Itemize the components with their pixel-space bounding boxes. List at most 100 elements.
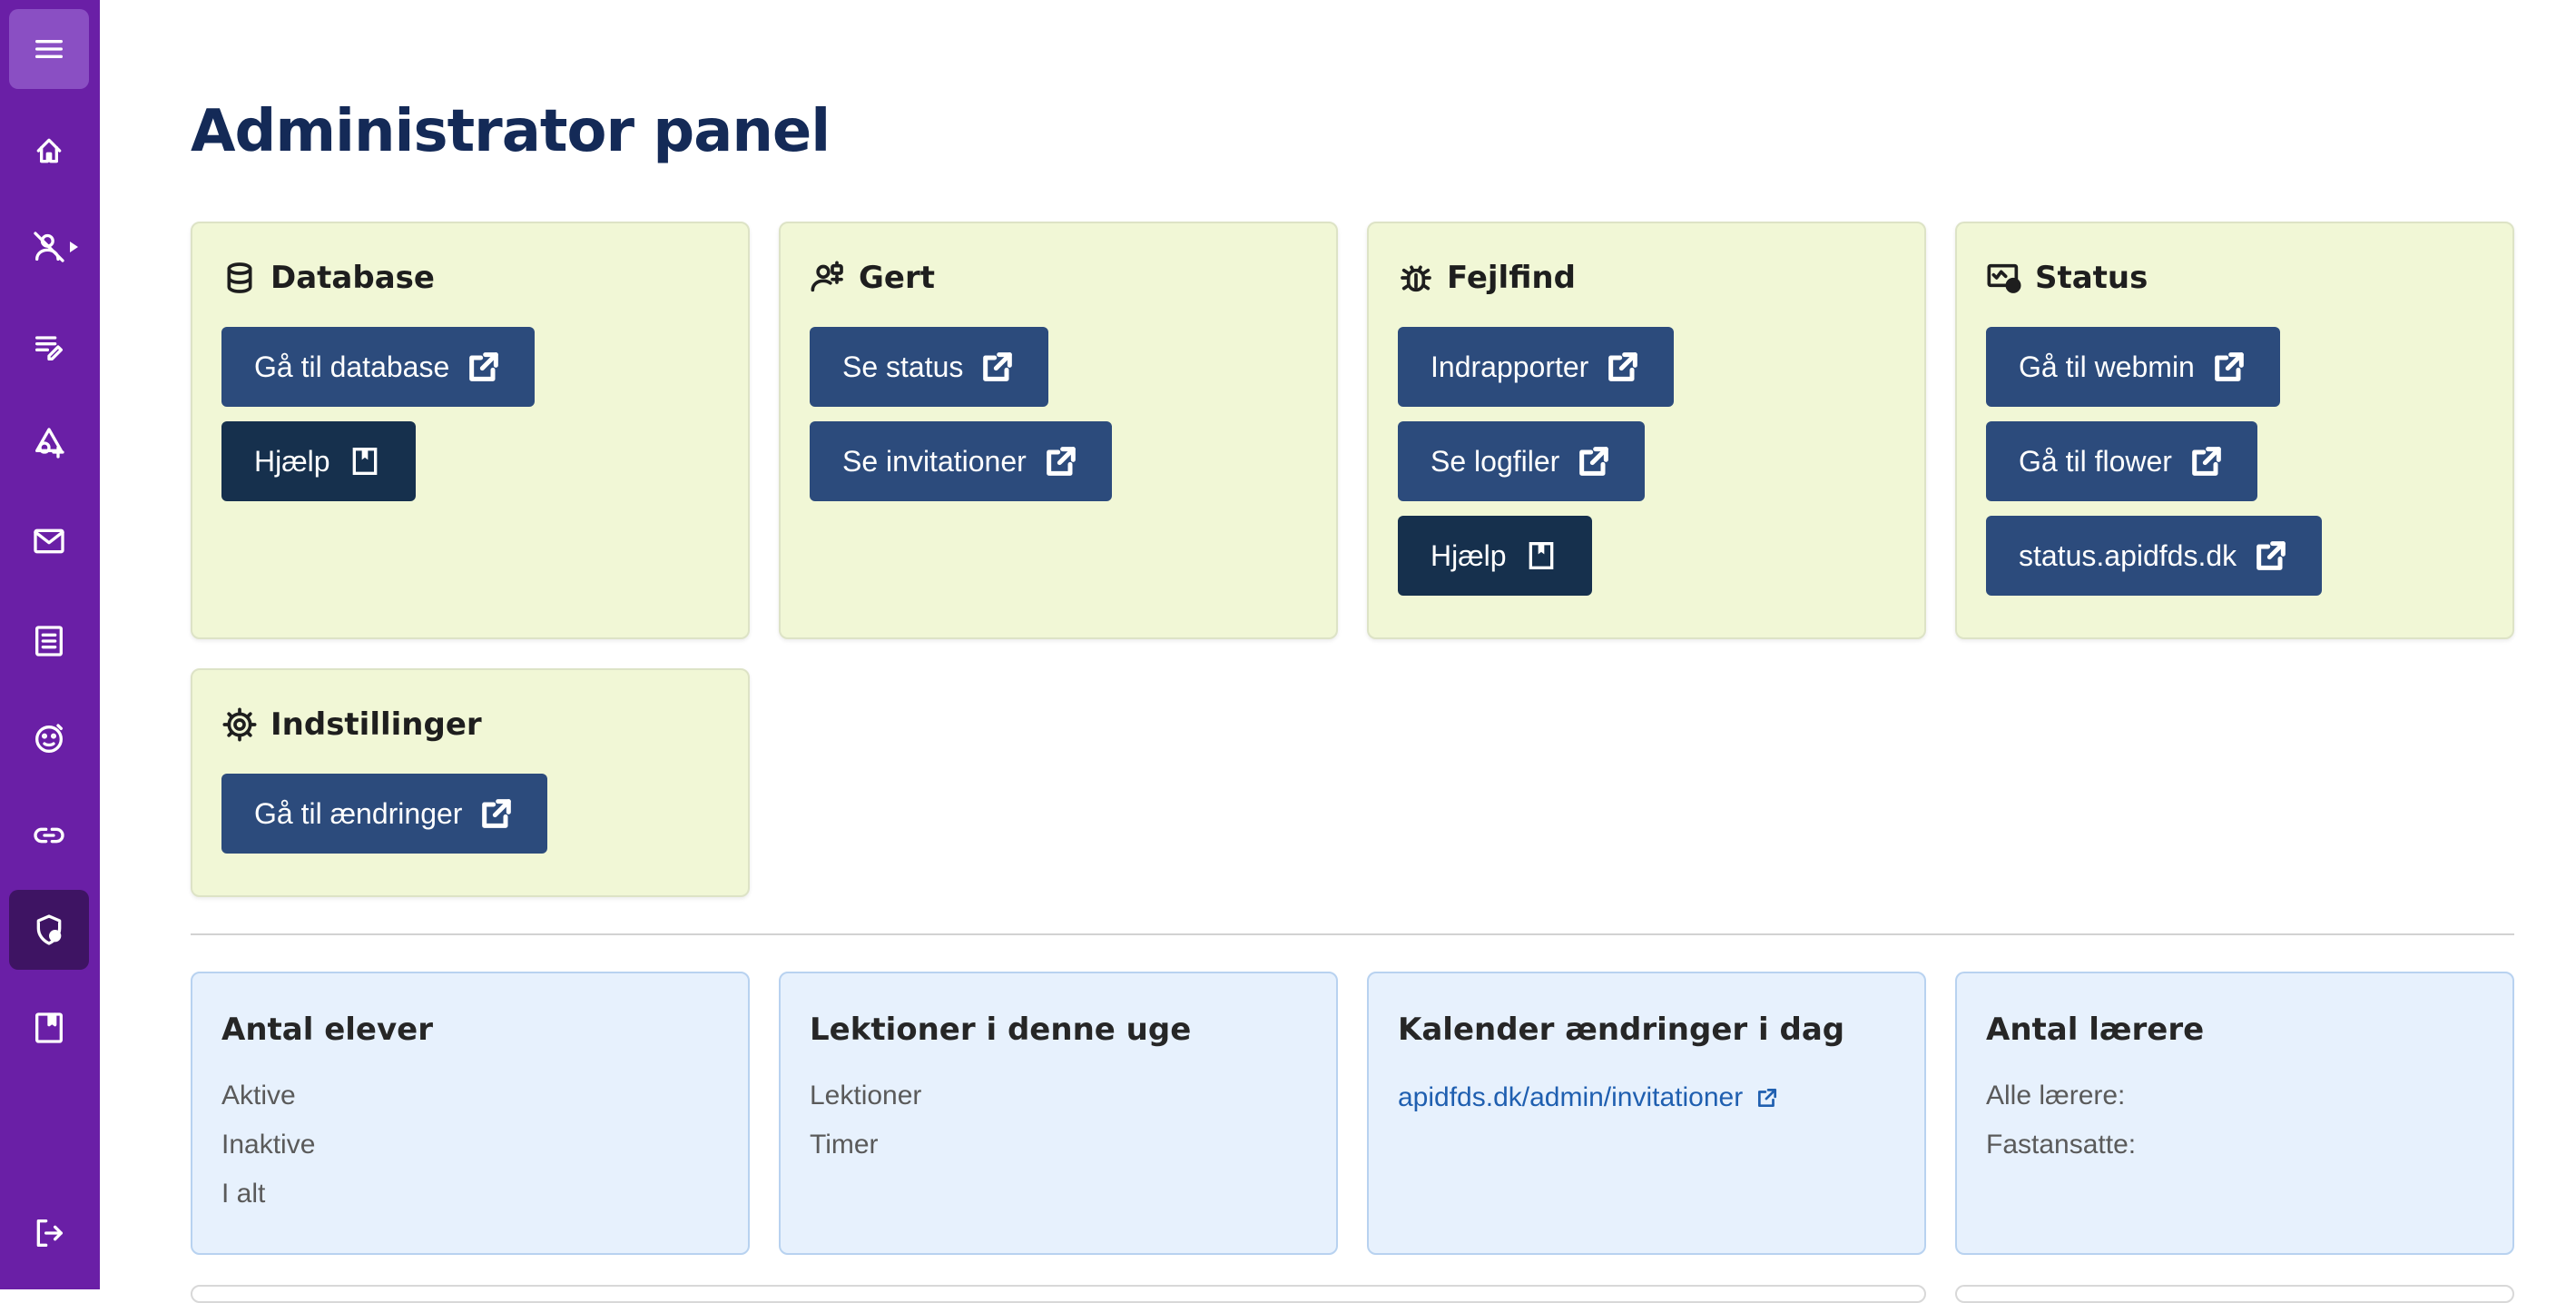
button-label: Se logfiler [1431, 444, 1560, 478]
card-title: Lektioner i denne uge [810, 1012, 1192, 1048]
button-label: Se status [842, 350, 964, 383]
indstillinger-card: Indstillinger Gå til ændringer [191, 668, 750, 897]
bug-icon [1401, 265, 1431, 292]
gear-icon [222, 707, 257, 742]
gert-status-button[interactable]: Se status [810, 327, 1049, 407]
report-button[interactable]: Indrapporter [1398, 327, 1675, 407]
sidebar-item-logout[interactable] [9, 1193, 89, 1273]
stat-label-active: Aktive [221, 1081, 296, 1111]
sidebar-item-admin[interactable] [9, 890, 89, 970]
button-label: Gå til ændringer [254, 796, 463, 830]
book-icon [35, 1012, 63, 1043]
button-label: Indrapporter [1431, 350, 1589, 383]
gert-card: Gert Se status Se invitationer [779, 222, 1338, 639]
sidebar-item-notes[interactable] [9, 307, 89, 387]
list-details-icon [35, 626, 63, 656]
card-header: Gert [810, 260, 935, 296]
sidebar-item-home[interactable] [9, 111, 89, 191]
status-page-button[interactable]: status.apidfds.dk [1986, 516, 2323, 596]
stat-label-all-teachers: Alle lærere: [1986, 1081, 2126, 1111]
sidebar-item-shapes[interactable] [9, 403, 89, 483]
database-card: Database Gå til database Hjælp [191, 222, 750, 639]
logfiles-button[interactable]: Se logfiler [1398, 421, 1646, 501]
database-icon [227, 262, 252, 293]
sidebar [0, 0, 100, 1289]
stat-label-lessons: Lektioner [810, 1081, 922, 1111]
status-card: Status Gå til webmin Gå til flower statu… [1955, 222, 2514, 639]
card-header: Database [221, 260, 435, 296]
card-title: Gert [859, 260, 935, 296]
robot-person-icon [811, 261, 843, 292]
fejlfind-card: Fejlfind Indrapporter Se logfiler Hjælp [1367, 222, 1926, 639]
card-title: Kalender ændringer i dag [1398, 1012, 1845, 1048]
logout-icon [36, 1219, 64, 1247]
next-card [1955, 1285, 2514, 1303]
sidebar-item-links[interactable] [9, 795, 89, 875]
next-card [191, 1285, 1926, 1303]
button-label: Se invitationer [842, 444, 1027, 478]
card-title: Database [270, 260, 435, 296]
external-link-icon [1608, 352, 1638, 381]
user-off-icon [34, 232, 64, 262]
stat-label-permanent: Fastansatte: [1986, 1130, 2137, 1160]
goto-flower-button[interactable]: Gå til flower [1986, 421, 2257, 501]
stat-label-inactive: Inaktive [221, 1130, 316, 1160]
sidebar-menu-toggle[interactable] [9, 9, 89, 89]
menu-icon [35, 40, 64, 58]
external-link-icon [983, 352, 1013, 381]
stat-label-hours: Timer [810, 1130, 879, 1160]
list-edit-icon [35, 336, 64, 360]
monitor-check-icon [1987, 263, 2021, 293]
card-header: Fejlfind [1398, 260, 1576, 296]
external-link-icon [482, 799, 512, 828]
external-link-icon [1579, 447, 1609, 476]
book-icon [352, 448, 377, 475]
shield-person-icon [36, 914, 62, 945]
sidebar-item-face[interactable] [9, 699, 89, 779]
face-icon [35, 724, 64, 753]
mail-icon [34, 528, 64, 554]
calendar-changes-card: Kalender ændringer i dag apidfds.dk/admi… [1367, 972, 1926, 1255]
teachers-count-card: Antal lærere Alle lærere: Fastansatte: [1955, 972, 2514, 1255]
card-title: Fejlfind [1447, 260, 1576, 296]
link-label: apidfds.dk/admin/invitationer [1398, 1082, 1744, 1112]
fejlfind-help-button[interactable]: Hjælp [1398, 516, 1592, 596]
gert-invitations-button[interactable]: Se invitationer [810, 421, 1112, 501]
button-label: Gå til database [254, 350, 450, 383]
external-link-icon [2192, 447, 2221, 476]
shapes-add-icon [35, 428, 64, 459]
sidebar-item-list[interactable] [9, 601, 89, 681]
button-label: Gå til webmin [2019, 350, 2195, 383]
button-label: Hjælp [1431, 538, 1507, 572]
submenu-caret-icon [70, 242, 78, 252]
external-link-icon [469, 352, 499, 381]
students-count-card: Antal elever Aktive Inaktive I alt [191, 972, 750, 1255]
external-link-icon [1046, 447, 1076, 476]
button-label: Hjælp [254, 444, 330, 478]
invitations-link[interactable]: apidfds.dk/admin/invitationer [1398, 1082, 1779, 1113]
database-help-button[interactable]: Hjælp [221, 421, 416, 501]
goto-webmin-button[interactable]: Gå til webmin [1986, 327, 2280, 407]
section-divider [191, 933, 2514, 935]
card-title: Antal elever [221, 1012, 433, 1048]
goto-database-button[interactable]: Gå til database [221, 327, 536, 407]
button-label: status.apidfds.dk [2019, 538, 2237, 572]
external-link-icon [2215, 352, 2244, 381]
lessons-week-card: Lektioner i denne uge Lektioner Timer [779, 972, 1338, 1255]
page-title: Administrator panel [191, 98, 831, 165]
external-link-icon [2256, 541, 2286, 570]
card-title: Status [2035, 260, 2148, 296]
external-link-icon [1758, 1088, 1777, 1108]
card-title: Indstillinger [270, 706, 482, 743]
stat-label-total: I alt [221, 1179, 266, 1209]
home-icon [36, 138, 62, 163]
button-label: Gå til flower [2019, 444, 2172, 478]
sidebar-item-docs[interactable] [9, 988, 89, 1068]
sidebar-item-mail[interactable] [9, 501, 89, 581]
goto-changes-button[interactable]: Gå til ændringer [221, 774, 548, 854]
link-icon [34, 827, 64, 844]
card-title: Antal lærere [1986, 1012, 2205, 1048]
card-header: Indstillinger [221, 706, 482, 743]
book-icon [1529, 542, 1553, 569]
sidebar-item-users[interactable] [9, 207, 89, 287]
